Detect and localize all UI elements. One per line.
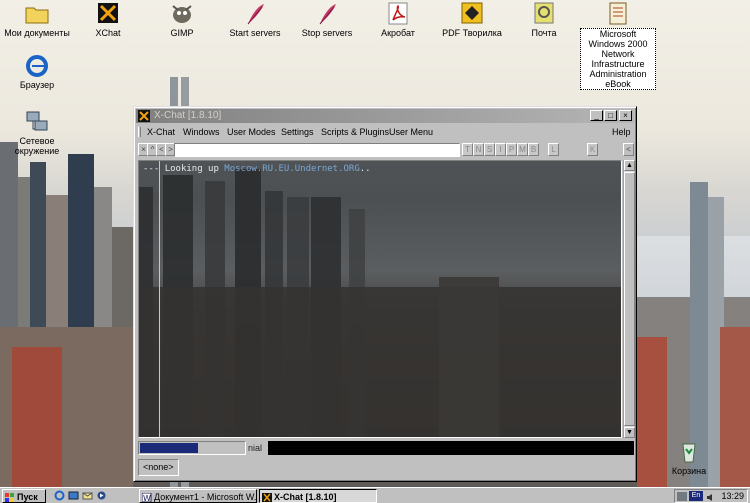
ebook-icon bbox=[605, 2, 631, 26]
mode-button-n[interactable]: N bbox=[473, 143, 484, 156]
feather-icon bbox=[314, 2, 340, 26]
menu-windows[interactable]: Windows bbox=[180, 124, 223, 140]
chat-bg-building bbox=[439, 277, 499, 437]
chat-host: Moscow.RU.EU.Undernet.ORG bbox=[224, 164, 360, 174]
language-indicator[interactable]: En bbox=[689, 491, 703, 501]
menu-user-modes[interactable]: User Modes bbox=[224, 124, 279, 140]
menu-grip bbox=[138, 127, 141, 137]
chat-scrollbar[interactable]: ▲ ▼ bbox=[623, 160, 635, 438]
feather-icon bbox=[242, 2, 268, 26]
menu-scripts-plugins[interactable]: Scripts & Plugins bbox=[318, 124, 392, 140]
desktop-icon-recycle-bin[interactable]: Корзина bbox=[644, 440, 734, 476]
system-tray: En 13:29 bbox=[674, 489, 748, 503]
chat-message: Looking up bbox=[164, 164, 225, 174]
acrobat-icon bbox=[385, 2, 411, 26]
start-label: Пуск bbox=[17, 492, 38, 502]
desktop-icon-browser[interactable]: Браузер bbox=[0, 54, 82, 90]
quick-launch-media-icon[interactable] bbox=[96, 490, 107, 501]
folder-icon bbox=[24, 2, 50, 26]
mode-button-i[interactable]: I bbox=[495, 143, 506, 156]
lag-meter bbox=[138, 441, 246, 455]
menu-xchat[interactable]: X-Chat bbox=[144, 124, 178, 140]
chat-line: --- Looking up Moscow.RU.EU.Undernet.ORG… bbox=[143, 164, 371, 174]
menu-help[interactable]: Help bbox=[609, 124, 634, 140]
xchat-icon bbox=[262, 492, 272, 502]
xchat-icon bbox=[138, 110, 150, 122]
scroll-up-arrow[interactable]: ▲ bbox=[624, 160, 635, 171]
pdf-creator-icon bbox=[459, 2, 485, 26]
quick-launch-desktop-icon[interactable] bbox=[68, 490, 79, 501]
gimp-icon bbox=[169, 2, 195, 26]
toolbar: × ^ < > T N S I P M B L K < bbox=[136, 141, 634, 159]
menu-bar: X-Chat Windows User Modes Settings Scrip… bbox=[136, 124, 634, 140]
mode-button-m[interactable]: M bbox=[517, 143, 528, 156]
lag-meter-fill bbox=[140, 443, 199, 453]
message-input[interactable] bbox=[268, 441, 634, 455]
task-label: Документ1 - Microsoft W... bbox=[154, 492, 257, 502]
status-label: nial bbox=[248, 443, 263, 453]
mode-button-p[interactable]: P bbox=[506, 143, 517, 156]
clock: 13:29 bbox=[721, 491, 744, 501]
minimize-button[interactable]: _ bbox=[590, 110, 603, 121]
quick-launch-ie-icon[interactable] bbox=[54, 490, 65, 501]
scroll-thumb[interactable] bbox=[624, 172, 635, 426]
xchat-window: X-Chat [1.8.10] _ □ × X-Chat Windows Use… bbox=[133, 106, 637, 482]
mode-button-l[interactable]: L bbox=[548, 143, 559, 156]
userlist-toggle-button[interactable]: < bbox=[623, 143, 634, 156]
wallpaper-building bbox=[12, 347, 62, 487]
menu-settings[interactable]: Settings bbox=[278, 124, 317, 140]
tray-app-icon[interactable] bbox=[677, 492, 687, 501]
task-label: X-Chat [1.8.10] bbox=[274, 492, 337, 502]
desktop-icon-windows-ebook[interactable]: Microsoft Windows 2000 Network Infrastru… bbox=[573, 2, 663, 90]
start-button[interactable]: Пуск bbox=[2, 489, 46, 503]
network-icon bbox=[24, 110, 50, 134]
mode-button-k[interactable]: K bbox=[587, 143, 598, 156]
mode-button-t[interactable]: T bbox=[462, 143, 473, 156]
task-button-xchat[interactable]: X-Chat [1.8.10] bbox=[259, 489, 377, 503]
quick-launch-outlook-icon[interactable] bbox=[82, 490, 93, 501]
xchat-icon bbox=[95, 2, 121, 26]
windows-logo-icon bbox=[5, 492, 15, 502]
menu-user-menu[interactable]: User Menu bbox=[386, 124, 436, 140]
desktop-icon-network[interactable]: Сетевое окружение bbox=[0, 110, 82, 156]
wallpaper-water bbox=[620, 236, 750, 306]
mode-button-b[interactable]: B bbox=[528, 143, 539, 156]
svg-text:W: W bbox=[143, 494, 151, 502]
taskbar: Пуск W Документ1 - Microsoft W... X-Chat… bbox=[0, 487, 750, 503]
close-button[interactable]: × bbox=[619, 110, 632, 121]
mail-icon bbox=[531, 2, 557, 26]
task-button-word[interactable]: W Документ1 - Microsoft W... bbox=[139, 489, 257, 503]
word-doc-icon: W bbox=[141, 492, 152, 502]
topic-input[interactable] bbox=[174, 143, 460, 157]
chat-bg-building bbox=[139, 287, 621, 437]
scroll-down-arrow[interactable]: ▼ bbox=[624, 427, 635, 438]
recycle-bin-icon bbox=[676, 440, 702, 464]
window-title: X-Chat [1.8.10] bbox=[154, 110, 222, 121]
chat-separator bbox=[159, 161, 160, 437]
mode-button-s[interactable]: S bbox=[484, 143, 495, 156]
tray-speaker-icon[interactable] bbox=[706, 492, 715, 501]
chat-prefix: --- bbox=[143, 164, 160, 174]
chat-suffix: .. bbox=[359, 164, 371, 174]
ie-icon bbox=[24, 54, 50, 78]
channel-tab-none[interactable]: <none> bbox=[138, 459, 179, 476]
title-bar[interactable]: X-Chat [1.8.10] _ □ × bbox=[136, 109, 634, 123]
maximize-button[interactable]: □ bbox=[604, 110, 617, 121]
chat-text-area[interactable]: --- Looking up Moscow.RU.EU.Undernet.ORG… bbox=[138, 160, 622, 438]
